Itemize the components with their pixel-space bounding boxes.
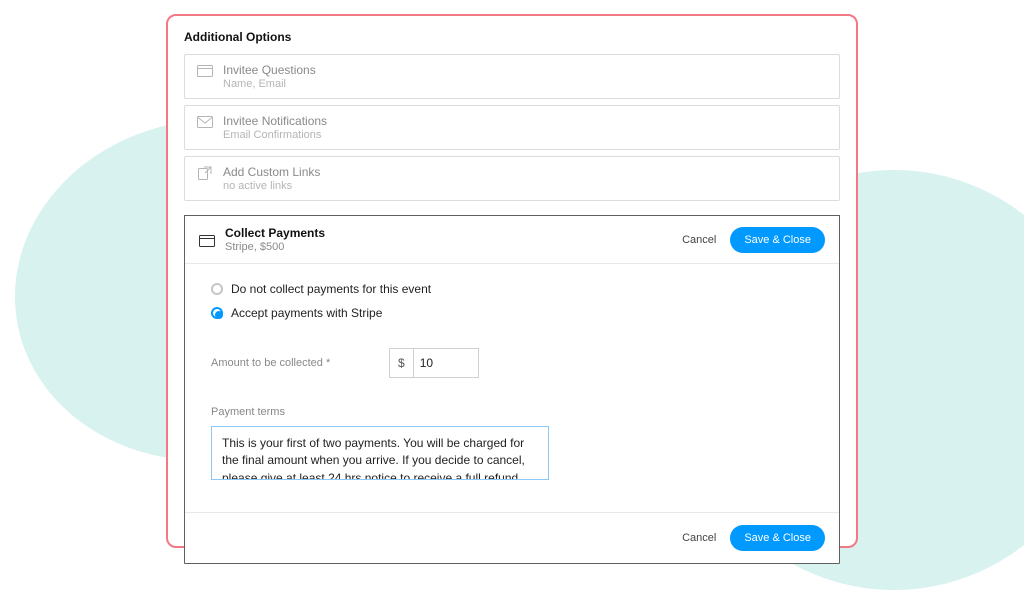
expanded-subtitle: Stripe, $500 <box>225 241 325 253</box>
collapsed-options-list: Invitee Questions Name, Email Invitee No… <box>184 54 840 564</box>
amount-row: Amount to be collected * $ <box>211 348 813 378</box>
cancel-button-footer[interactable]: Cancel <box>676 526 722 550</box>
option-collect-payments-expanded: Collect Payments Stripe, $500 Cancel Sav… <box>184 215 840 564</box>
option-text: Invitee Notifications Email Confirmation… <box>223 114 327 141</box>
amount-input[interactable] <box>414 356 464 370</box>
amount-input-group: $ <box>389 348 479 378</box>
option-invitee-questions[interactable]: Invitee Questions Name, Email <box>184 54 840 99</box>
option-subtitle: Email Confirmations <box>223 129 327 141</box>
radio-accept-stripe[interactable] <box>211 307 223 319</box>
link-out-icon <box>197 167 213 179</box>
save-and-close-button-footer[interactable]: Save & Close <box>730 525 825 551</box>
radio-no-collect-row[interactable]: Do not collect payments for this event <box>211 282 813 296</box>
amount-label: Amount to be collected * <box>211 357 341 369</box>
radio-accept-row[interactable]: Accept payments with Stripe <box>211 306 813 320</box>
expanded-header: Collect Payments Stripe, $500 Cancel Sav… <box>185 216 839 264</box>
section-title: Additional Options <box>184 30 840 44</box>
payment-terms-label: Payment terms <box>211 406 813 418</box>
option-text: Invitee Questions Name, Email <box>223 63 316 90</box>
radio-no-collect-label: Do not collect payments for this event <box>231 282 431 296</box>
expanded-body: Do not collect payments for this event A… <box>185 264 839 512</box>
option-subtitle: Name, Email <box>223 78 316 90</box>
option-text: Add Custom Links no active links <box>223 165 320 192</box>
expanded-title: Collect Payments <box>225 226 325 240</box>
option-invitee-notifications[interactable]: Invitee Notifications Email Confirmation… <box>184 105 840 150</box>
option-subtitle: no active links <box>223 180 320 192</box>
radio-no-collect[interactable] <box>211 283 223 295</box>
option-title: Invitee Notifications <box>223 114 327 128</box>
save-and-close-button[interactable]: Save & Close <box>730 227 825 253</box>
header-actions: Cancel Save & Close <box>676 227 825 253</box>
cancel-button[interactable]: Cancel <box>676 228 722 252</box>
card-icon <box>199 235 215 247</box>
expanded-footer: Cancel Save & Close <box>185 512 839 563</box>
card-icon <box>197 65 213 77</box>
option-title: Add Custom Links <box>223 165 320 179</box>
option-add-custom-links[interactable]: Add Custom Links no active links <box>184 156 840 201</box>
radio-accept-label: Accept payments with Stripe <box>231 306 382 320</box>
payment-terms-textarea[interactable] <box>211 426 549 480</box>
option-title: Invitee Questions <box>223 63 316 77</box>
mail-icon <box>197 116 213 128</box>
currency-symbol: $ <box>390 349 414 377</box>
panel-frame: Additional Options Invitee Questions Nam… <box>166 14 858 548</box>
option-text: Collect Payments Stripe, $500 <box>225 226 325 253</box>
